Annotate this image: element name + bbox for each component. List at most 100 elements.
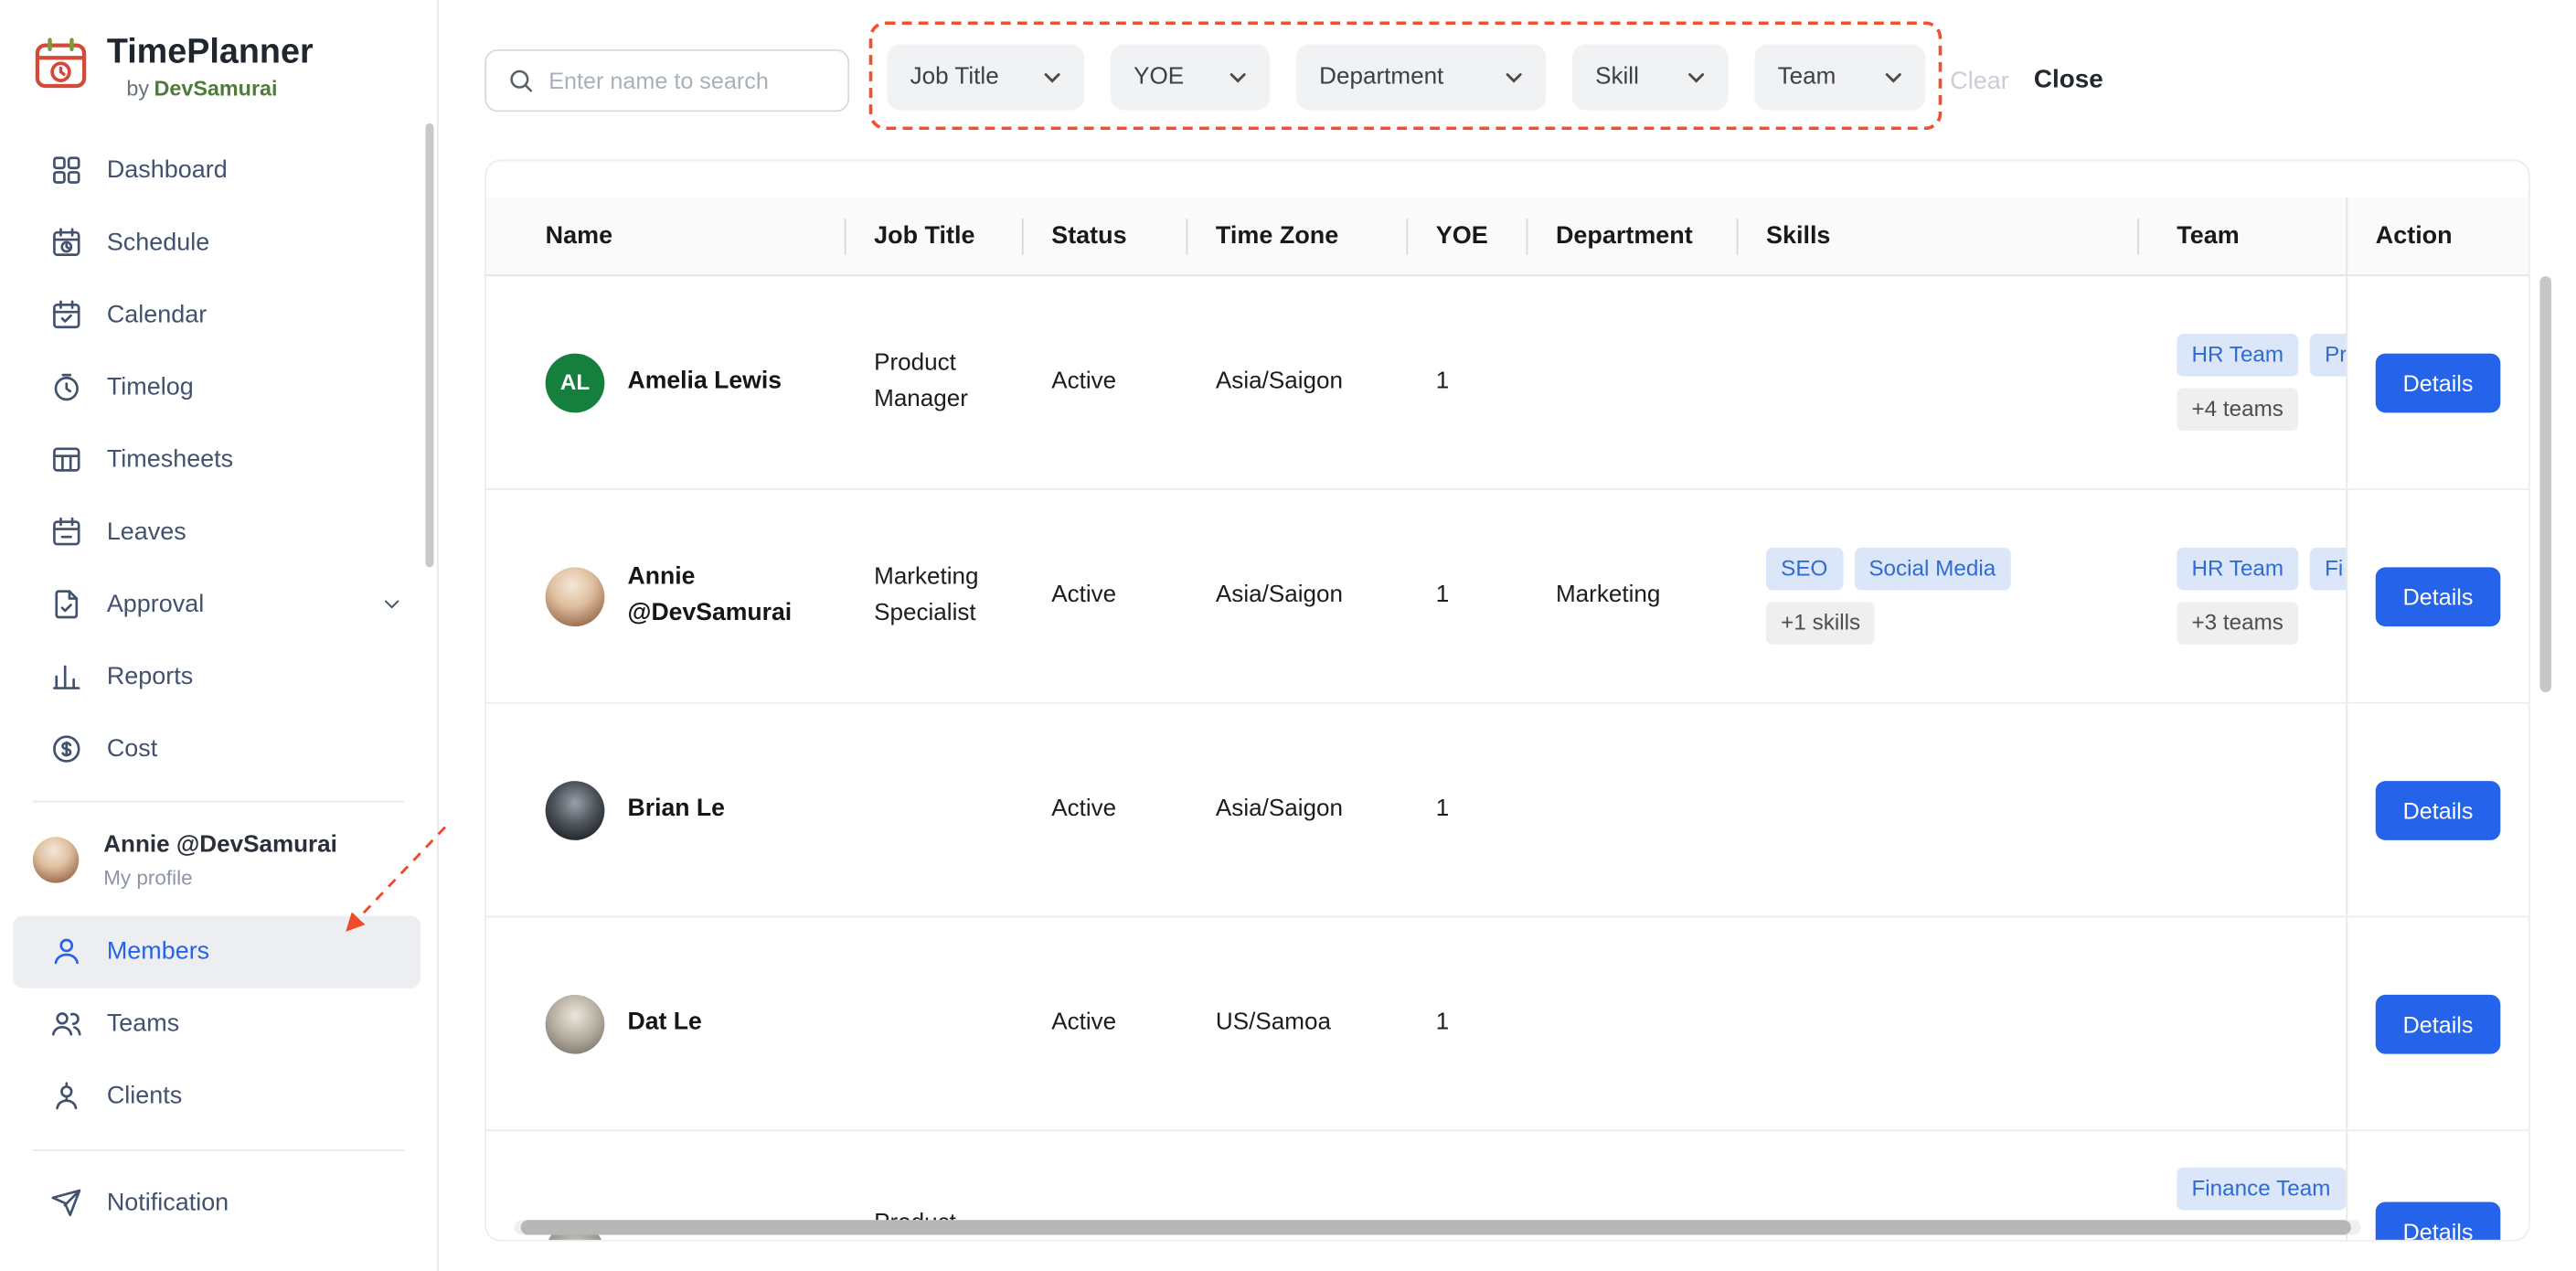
sidebar-nav: Dashboard Schedule Calendar Timelog Time… [0,134,437,785]
search-input[interactable] [548,67,848,94]
skill-chip: SEO [1765,548,1843,591]
app-byline: by DevSamurai [126,75,278,101]
calendar-icon [49,297,84,332]
chevron-down-icon[interactable] [379,592,404,616]
cell-status: Active [1051,582,1117,609]
cell-skills [1737,276,2138,488]
chevron-down-icon [1229,72,1246,82]
chevron-down-icon [1506,72,1522,82]
cell-yoe: 1 [1435,582,1450,609]
reports-icon [49,658,84,693]
sidebar-item-approval[interactable]: Approval [13,568,420,640]
sidebar: TimePlanner by DevSamurai Dashboard Sched… [0,0,439,1271]
sidebar-item-timelog[interactable]: Timelog [13,350,420,422]
team-chip: Fi [2309,548,2347,591]
sidebar-item-label: Dashboard [106,155,228,184]
avatar [545,780,605,839]
notification-icon [49,1186,84,1221]
table-row: AL Amelia Lewis Product Manager Active A… [485,276,2528,490]
table-row: Dat Le Active US/Samoa 1 Details [485,917,2528,1132]
sidebar-item-label: Leaves [106,517,186,546]
timesheets-icon [49,442,84,476]
sidebar-item-schedule[interactable]: Schedule [13,206,420,278]
filter-skill-dropdown[interactable]: Skill [1571,44,1729,111]
sidebar-item-label: Approval [106,589,205,618]
sidebar-item-label: Cost [106,734,158,763]
team-more-chip: +4 teams [2177,388,2299,431]
column-header-time-zone: Time Zone [1186,198,1407,275]
cell-yoe: 1 [1435,796,1450,823]
avatar [545,994,605,1053]
sidebar-item-label: Notification [106,1189,229,1217]
cell-team [2137,704,2346,916]
filter-job-title-dropdown[interactable]: Job Title [887,44,1085,111]
cell-name: Annie @DevSamurai [516,490,844,702]
team-chip: HR Team [2177,548,2299,591]
sidebar-item-label: Timesheets [106,444,234,474]
member-name: Brian Le [627,795,725,822]
filter-yoe-dropdown[interactable]: YOE [1110,44,1271,111]
details-button[interactable]: Details [2375,1202,2501,1240]
sidebar-item-notification[interactable]: Notification [13,1167,420,1239]
sidebar-item-cost[interactable]: Cost [13,712,420,785]
details-button[interactable]: Details [2375,566,2501,626]
sidebar-item-label: Teams [106,1009,180,1038]
cell-action: Details [2346,1131,2528,1240]
members-table: Name Job Title Status Time Zone YOE Depa… [484,159,2530,1242]
member-name: Amelia Lewis [627,368,782,395]
sidebar-item-label: Members [106,937,210,966]
clear-filters-button[interactable]: Clear [1950,68,2008,96]
table-header-row: Name Job Title Status Time Zone YOE Depa… [485,197,2528,277]
cell-time-zone: US/Samoa [1215,1009,1331,1036]
cell-time-zone: Asia/Saigon [1215,796,1344,823]
sidebar-item-reports[interactable]: Reports [13,640,420,712]
sidebar-item-timesheets[interactable]: Timesheets [13,422,420,495]
brand-text: TimePlanner by DevSamurai [107,33,314,101]
cell-name: Brian Le [516,704,844,916]
app-window: TimePlanner by DevSamurai Dashboard Sched… [0,0,2576,1271]
cell-team: HR Team Fi +3 teams [2137,490,2347,702]
cell-team [2137,917,2346,1129]
details-button[interactable]: Details [2375,994,2501,1053]
column-header-department: Department [1526,198,1737,275]
profile-item[interactable]: Annie @DevSamurai My profile [0,819,437,903]
clients-icon [49,1079,84,1114]
column-header-team: Team [2137,198,2346,275]
approval-icon [49,586,84,621]
teams-icon [49,1007,84,1041]
avatar [545,566,605,626]
vertical-scrollbar-thumb[interactable] [2539,276,2552,693]
cell-action: Details [2346,276,2528,489]
filter-department-dropdown[interactable]: Department [1295,44,1547,111]
sidebar-item-leaves[interactable]: Leaves [13,496,420,568]
sidebar-scrollbar[interactable] [425,123,434,568]
sidebar-item-teams[interactable]: Teams [13,988,420,1060]
filter-team-dropdown[interactable]: Team [1754,44,1926,111]
sidebar-divider [32,800,405,803]
profile-subtitle: My profile [103,865,193,889]
cell-name: AL Amelia Lewis [516,276,844,488]
cell-department: Marketing [1555,582,1661,609]
details-button[interactable]: Details [2375,780,2501,839]
horizontal-scrollbar-thumb[interactable] [520,1220,2351,1235]
details-button[interactable]: Details [2375,352,2501,412]
leaves-icon [49,514,84,549]
member-icon [49,934,84,968]
column-header-skills: Skills [1736,198,2138,275]
close-filters-button[interactable]: Close [2034,66,2103,95]
sidebar-item-calendar[interactable]: Calendar [13,278,420,350]
sidebar-item-label: Calendar [106,300,208,328]
cell-status: Active [1051,368,1117,395]
column-header-job-title: Job Title [844,198,1022,275]
sidebar-divider [32,1148,405,1150]
sidebar-item-members[interactable]: Members [13,914,421,988]
sidebar-item-dashboard[interactable]: Dashboard [13,134,420,206]
profile-name: Annie @DevSamurai [103,832,337,859]
chevron-down-icon [1044,72,1060,82]
sidebar-item-clients[interactable]: Clients [13,1060,420,1132]
search-icon [510,69,533,92]
cost-icon [49,732,84,766]
team-chip: Finance Team [2177,1167,2346,1210]
table-row: Annie @DevSamurai Marketing Specialist A… [485,489,2528,704]
sidebar-item-label: Clients [106,1082,183,1110]
